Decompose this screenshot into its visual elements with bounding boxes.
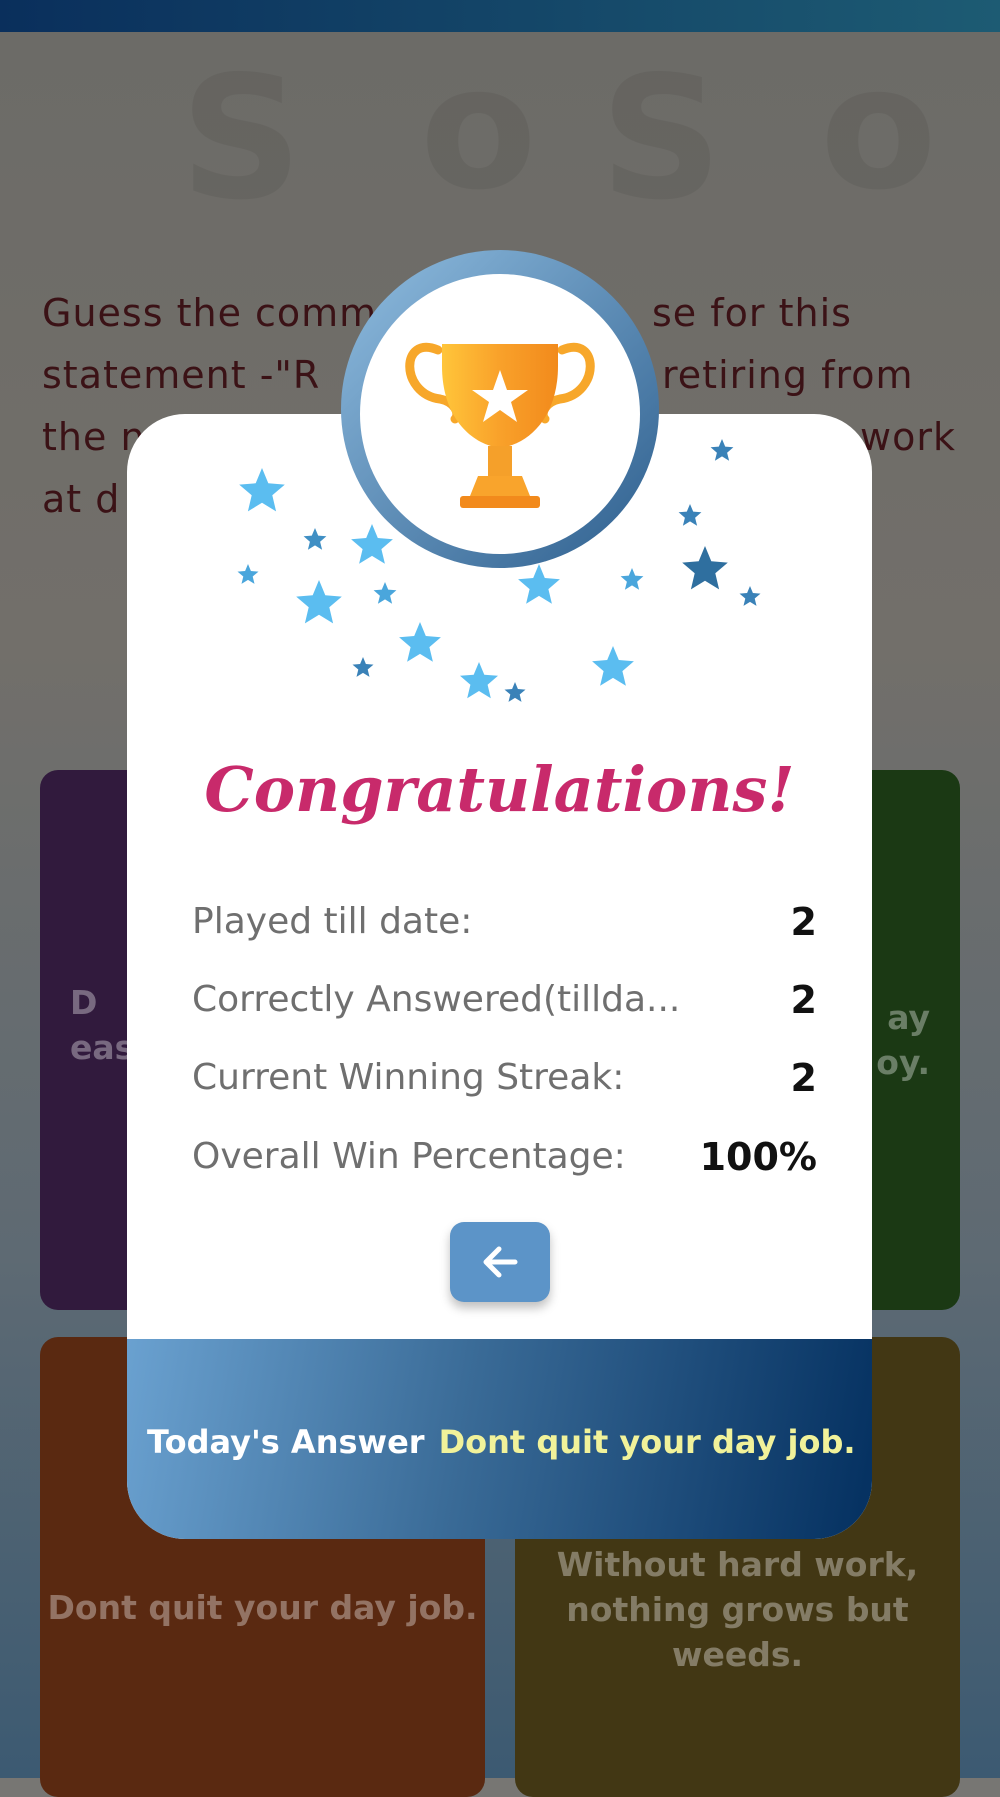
background-decoration: o — [820, 30, 937, 228]
star-icon — [352, 657, 374, 677]
stat-label: Current Winning Streak: — [192, 1057, 625, 1098]
stat-label: Overall Win Percentage: — [192, 1136, 626, 1177]
star-icon — [351, 524, 393, 564]
star-icon — [399, 622, 441, 662]
todays-answer: Today's Answer Dont quit your day job. — [147, 1418, 867, 1466]
stat-value: 2 — [790, 978, 817, 1022]
star-icon — [460, 662, 498, 699]
stat-label: Played till date: — [192, 901, 473, 942]
background-decoration: S — [180, 40, 303, 238]
question-line: se for this — [652, 291, 852, 335]
stat-win-percentage: Overall Win Percentage: 100% — [192, 1131, 817, 1183]
congratulations-title: Congratulations! — [204, 753, 795, 826]
background-decoration: S — [600, 40, 723, 238]
stat-played: Played till date: 2 — [192, 896, 817, 948]
star-icon — [237, 564, 259, 584]
star-icon — [239, 468, 285, 512]
star-icon — [504, 682, 526, 702]
top-status-bar — [0, 0, 1000, 32]
answer-value: Dont quit your day job. — [438, 1423, 856, 1461]
answer-label: Today's Answer — [147, 1423, 425, 1461]
star-icon — [682, 546, 728, 590]
question-line: work — [860, 415, 956, 459]
stat-label: Correctly Answered(tillda... — [192, 979, 681, 1020]
question-line: retiring from — [662, 353, 914, 397]
star-icon — [303, 528, 327, 550]
star-icon — [620, 568, 644, 590]
star-icon — [710, 439, 734, 461]
question-line: at d — [42, 477, 121, 521]
star-icon — [678, 504, 702, 526]
option-text: Without hard work, nothing grows but wee… — [556, 1545, 919, 1674]
star-icon — [518, 564, 560, 604]
stat-value: 2 — [790, 1056, 817, 1100]
question-line: Guess the comm — [42, 291, 378, 335]
stat-value: 2 — [790, 900, 817, 944]
stat-value: 100% — [699, 1135, 817, 1179]
stat-streak: Current Winning Streak: 2 — [192, 1052, 817, 1104]
star-icon — [373, 582, 397, 604]
back-button[interactable] — [450, 1222, 550, 1302]
option-text: Dont quit your day job. — [47, 1588, 478, 1627]
celebration-stars — [237, 439, 761, 702]
stat-correct: Correctly Answered(tillda... 2 — [192, 974, 817, 1026]
arrow-left-icon — [483, 1246, 518, 1278]
star-icon — [296, 580, 342, 624]
background-decoration: o — [420, 30, 537, 228]
star-icon — [592, 646, 634, 686]
question-line: statement -"R — [42, 353, 321, 397]
star-icon — [739, 586, 761, 606]
option-text: ay oy. — [876, 998, 930, 1082]
